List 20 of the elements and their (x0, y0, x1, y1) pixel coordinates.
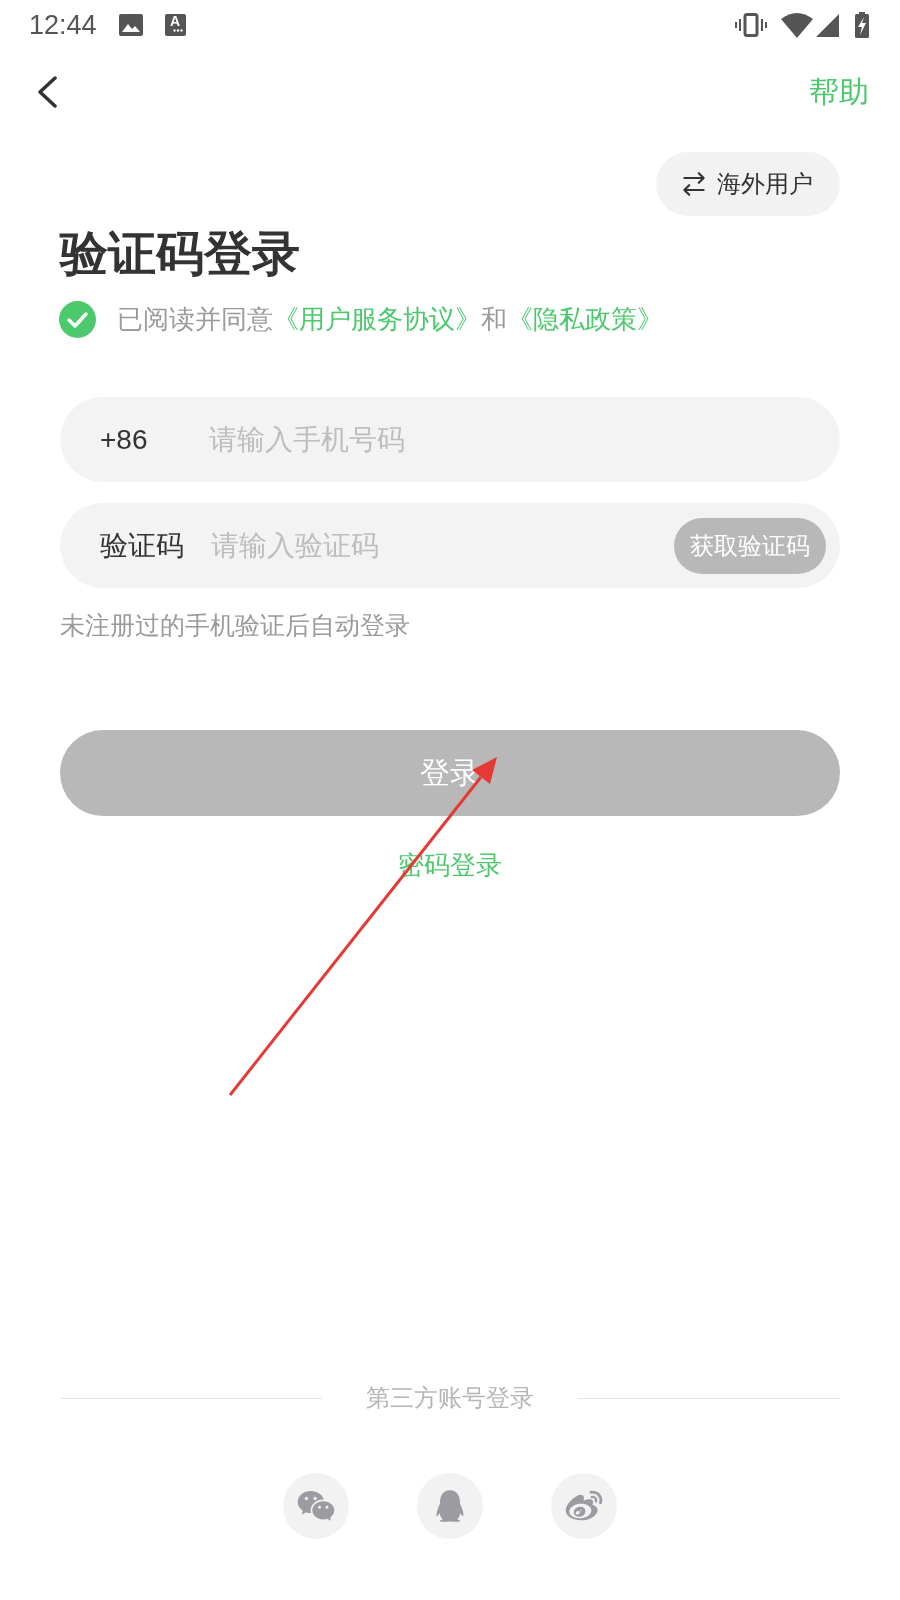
wifi-icon (781, 12, 813, 38)
country-code: +86 (100, 422, 149, 457)
help-link[interactable]: 帮助 (809, 72, 869, 112)
back-icon[interactable] (36, 76, 58, 108)
image-icon (118, 14, 143, 36)
privacy-policy-link[interactable]: 《隐私政策》 (507, 304, 663, 334)
vibrate-icon (735, 13, 767, 37)
code-label: 验证码 (100, 528, 185, 563)
auto-register-hint: 未注册过的手机验证后自动登录 (60, 610, 410, 641)
agreement-text: 已阅读并同意《用户服务协议》和《隐私政策》 (117, 303, 663, 336)
check-circle-icon[interactable] (59, 300, 96, 338)
letter-tile-icon: A (164, 14, 186, 36)
third-party-login-title: 第三方账号登录 (366, 1383, 534, 1413)
overseas-user-button[interactable]: 海外用户 (656, 152, 840, 216)
signal-icon (816, 13, 839, 37)
battery-icon (855, 12, 869, 38)
status-time: 12:44 (29, 9, 97, 41)
service-agreement-link[interactable]: 《用户服务协议》 (273, 304, 481, 334)
swap-arrows-icon (683, 172, 705, 196)
page-title: 验证码登录 (60, 226, 300, 282)
